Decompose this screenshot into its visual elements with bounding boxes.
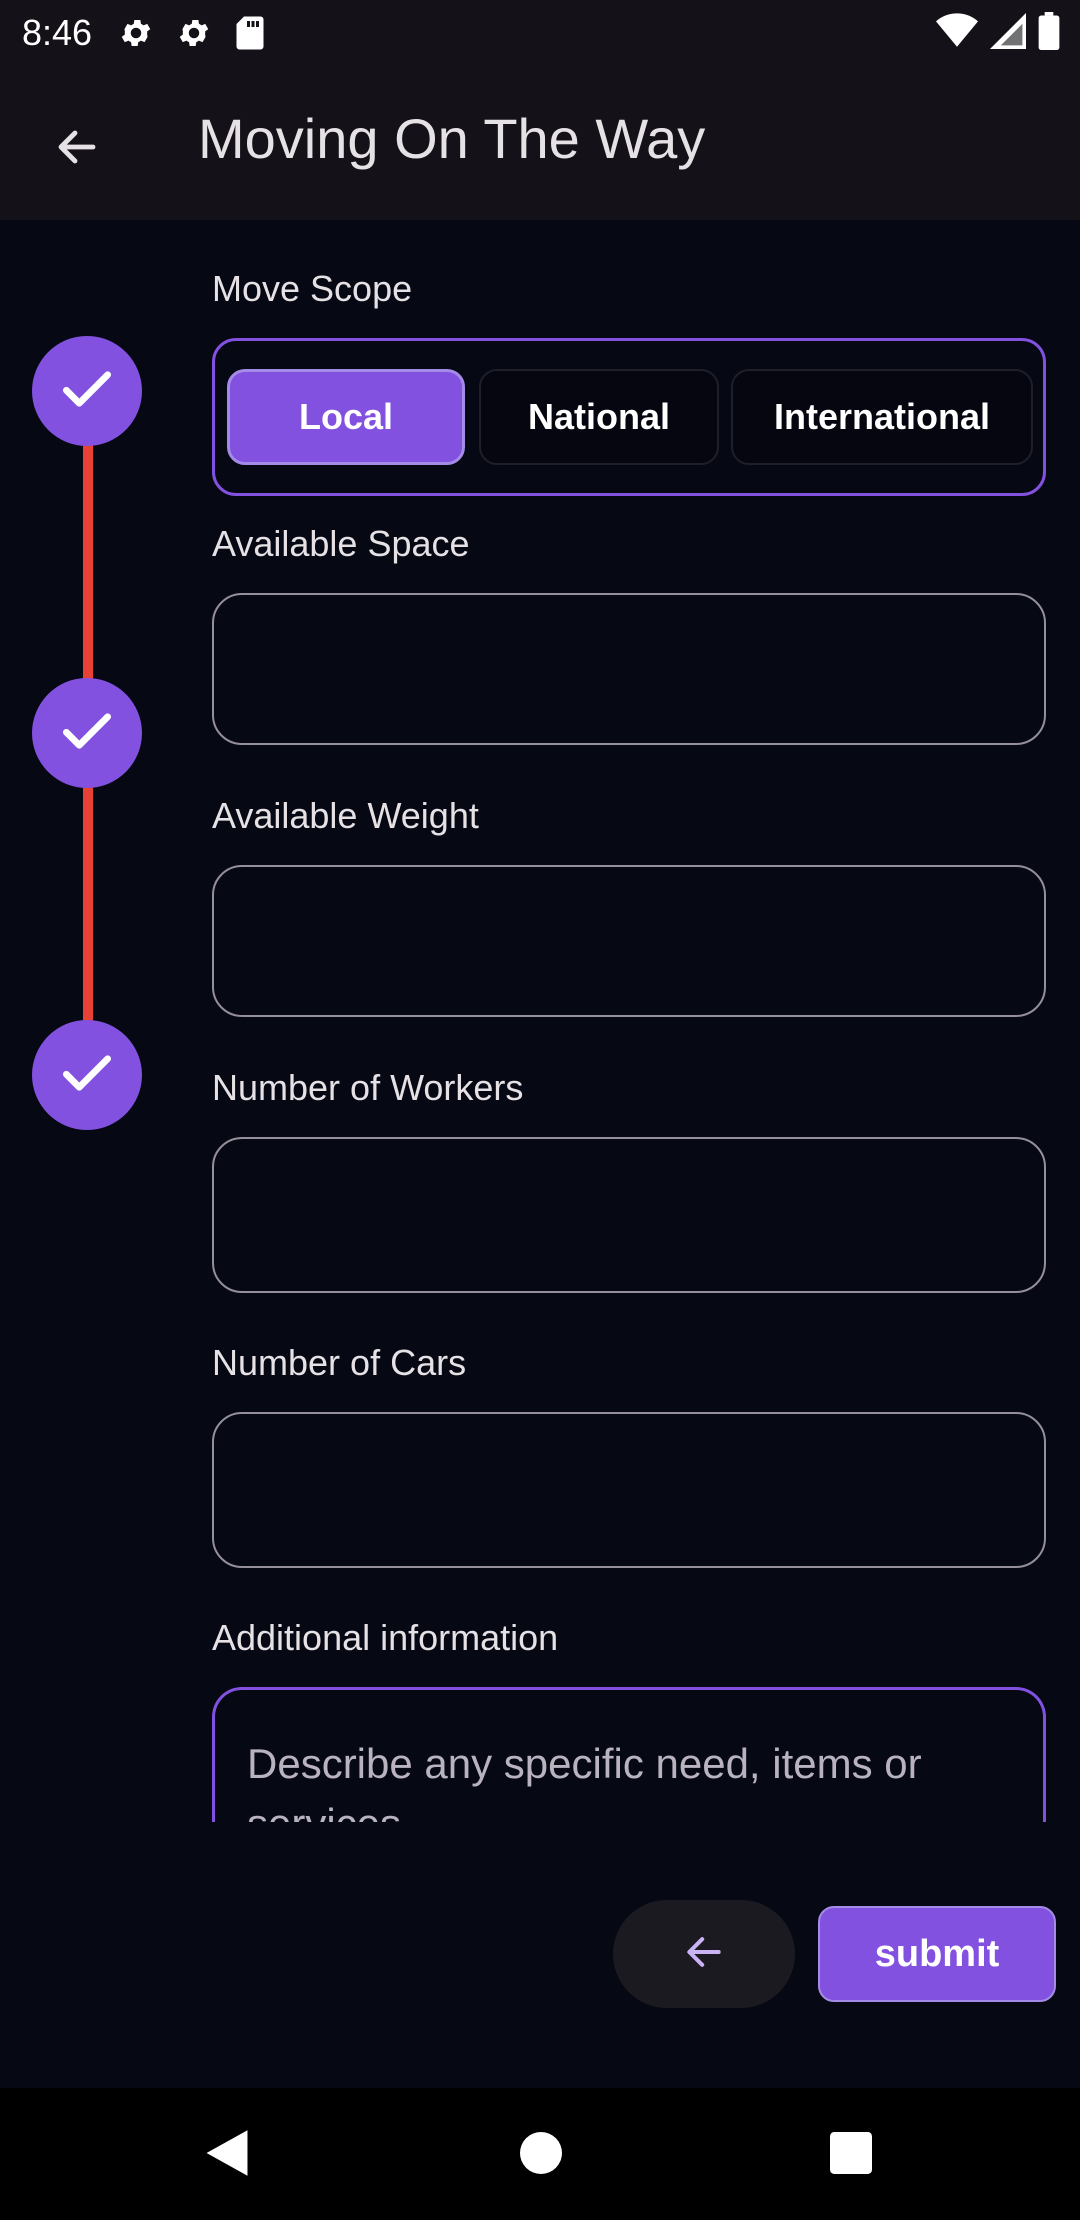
wifi-icon [936,13,978,54]
back-button[interactable] [44,116,110,182]
move-scope-label: Move Scope [212,268,413,309]
arrow-left-icon [682,1930,726,1979]
step-indicator-1[interactable] [32,336,142,446]
available-space-input[interactable] [212,593,1046,745]
battery-icon [1038,12,1060,55]
available-space-label: Available Space [212,523,470,564]
back-triangle-icon[interactable] [196,2122,258,2184]
step-indicator-3[interactable] [32,1020,142,1130]
available-weight-label: Available Weight [212,795,479,836]
additional-information-textarea[interactable]: Describe any specific need, items or ser… [212,1687,1046,1822]
arrow-left-icon [53,123,101,176]
previous-step-button[interactable] [613,1900,795,2008]
settings-gear-icon [118,15,154,51]
number-of-workers-input[interactable] [212,1137,1046,1293]
check-icon [56,1042,118,1109]
status-bar: 8:46 [0,0,1080,66]
move-scope-selector: Local National International [212,338,1046,496]
number-of-workers-label: Number of Workers [212,1067,524,1108]
home-circle-icon[interactable] [510,2122,572,2184]
page-title: Moving On The Way [198,107,706,170]
additional-information-label: Additional information [212,1617,559,1658]
sd-card-icon [234,15,266,51]
check-icon [56,700,118,767]
app-bar: Moving On The Way [0,66,1080,220]
recents-square-icon[interactable] [820,2122,882,2184]
move-scope-national-button[interactable]: National [479,369,719,465]
status-time: 8:46 [22,12,93,53]
number-of-cars-label: Number of Cars [212,1342,467,1383]
check-icon [56,358,118,425]
move-scope-international-button[interactable]: International [731,369,1033,465]
system-navigation-bar [0,2088,1080,2220]
settings-gear-icon [176,15,212,51]
move-scope-local-button[interactable]: Local [227,369,465,465]
submit-button[interactable]: submit [818,1906,1056,2002]
number-of-cars-input[interactable] [212,1412,1046,1568]
signal-icon [990,13,1026,54]
step-indicator-2[interactable] [32,678,142,788]
step-connector-line [83,420,93,710]
additional-information-placeholder: Describe any specific need, items or ser… [247,1740,922,1822]
available-weight-input[interactable] [212,865,1046,1017]
step-connector-line [83,762,93,1052]
